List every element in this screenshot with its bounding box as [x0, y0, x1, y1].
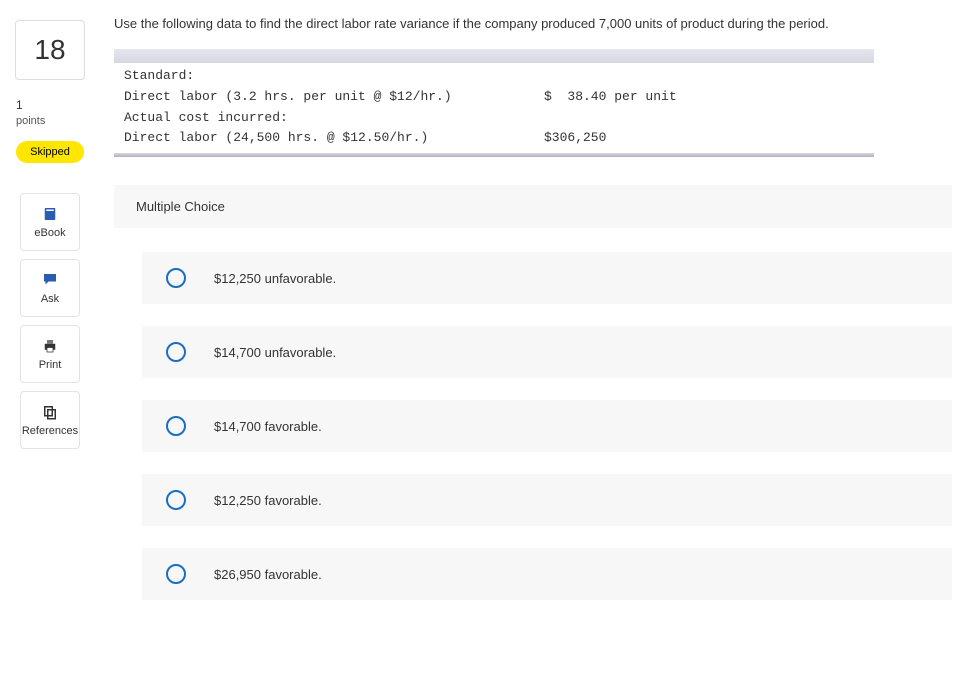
ask-label: Ask: [41, 293, 59, 305]
points-label: points: [16, 115, 45, 127]
printer-icon: [41, 337, 59, 355]
question-number: 18: [34, 34, 65, 66]
chat-icon: [41, 271, 59, 289]
print-button[interactable]: Print: [20, 325, 80, 383]
main-content: Use the following data to find the direc…: [100, 0, 976, 622]
radio-icon: [166, 416, 186, 436]
option-5[interactable]: $26,950 favorable.: [142, 548, 952, 600]
table-row: Standard:: [124, 66, 864, 87]
option-4[interactable]: $12,250 favorable.: [142, 474, 952, 526]
multiple-choice-label: Multiple Choice: [114, 185, 952, 228]
status-badge: Skipped: [16, 141, 84, 163]
table-row: Actual cost incurred:: [124, 108, 864, 129]
cell: Actual cost incurred:: [124, 108, 544, 129]
option-text: $14,700 unfavorable.: [214, 345, 336, 360]
table-row: Direct labor (3.2 hrs. per unit @ $12/hr…: [124, 87, 864, 108]
cell: Standard:: [124, 66, 544, 87]
ask-button[interactable]: Ask: [20, 259, 80, 317]
cell: [544, 66, 864, 87]
copy-icon: [41, 403, 59, 421]
table-bottom-bar: [114, 153, 874, 157]
option-text: $14,700 favorable.: [214, 419, 322, 434]
option-text: $12,250 favorable.: [214, 493, 322, 508]
points-value: 1: [16, 98, 45, 112]
data-table: Standard: Direct labor (3.2 hrs. per uni…: [114, 49, 976, 157]
option-text: $26,950 favorable.: [214, 567, 322, 582]
sidebar: 18 1 points Skipped eBook Ask Print: [0, 0, 100, 622]
option-2[interactable]: $14,700 unfavorable.: [142, 326, 952, 378]
cell: Direct labor (24,500 hrs. @ $12.50/hr.): [124, 128, 544, 149]
mc-label-text: Multiple Choice: [136, 199, 225, 214]
print-label: Print: [39, 359, 62, 371]
option-3[interactable]: $14,700 favorable.: [142, 400, 952, 452]
option-text: $12,250 unfavorable.: [214, 271, 336, 286]
table-top-bar: [114, 49, 874, 63]
cell: $306,250: [544, 128, 864, 149]
status-text: Skipped: [30, 146, 70, 158]
references-button[interactable]: References: [20, 391, 80, 449]
points: 1 points: [16, 98, 45, 127]
radio-icon: [166, 268, 186, 288]
ebook-label: eBook: [34, 227, 65, 239]
cell: $ 38.40 per unit: [544, 87, 864, 108]
question-number-box: 18: [15, 20, 85, 80]
radio-icon: [166, 342, 186, 362]
radio-icon: [166, 564, 186, 584]
table-row: Direct labor (24,500 hrs. @ $12.50/hr.) …: [124, 128, 864, 149]
radio-icon: [166, 490, 186, 510]
options-list: $12,250 unfavorable. $14,700 unfavorable…: [114, 252, 976, 622]
book-icon: [41, 205, 59, 223]
question-prompt: Use the following data to find the direc…: [114, 16, 976, 31]
cell: [544, 108, 864, 129]
option-1[interactable]: $12,250 unfavorable.: [142, 252, 952, 304]
cell: Direct labor (3.2 hrs. per unit @ $12/hr…: [124, 87, 544, 108]
ebook-button[interactable]: eBook: [20, 193, 80, 251]
references-label: References: [22, 425, 78, 437]
